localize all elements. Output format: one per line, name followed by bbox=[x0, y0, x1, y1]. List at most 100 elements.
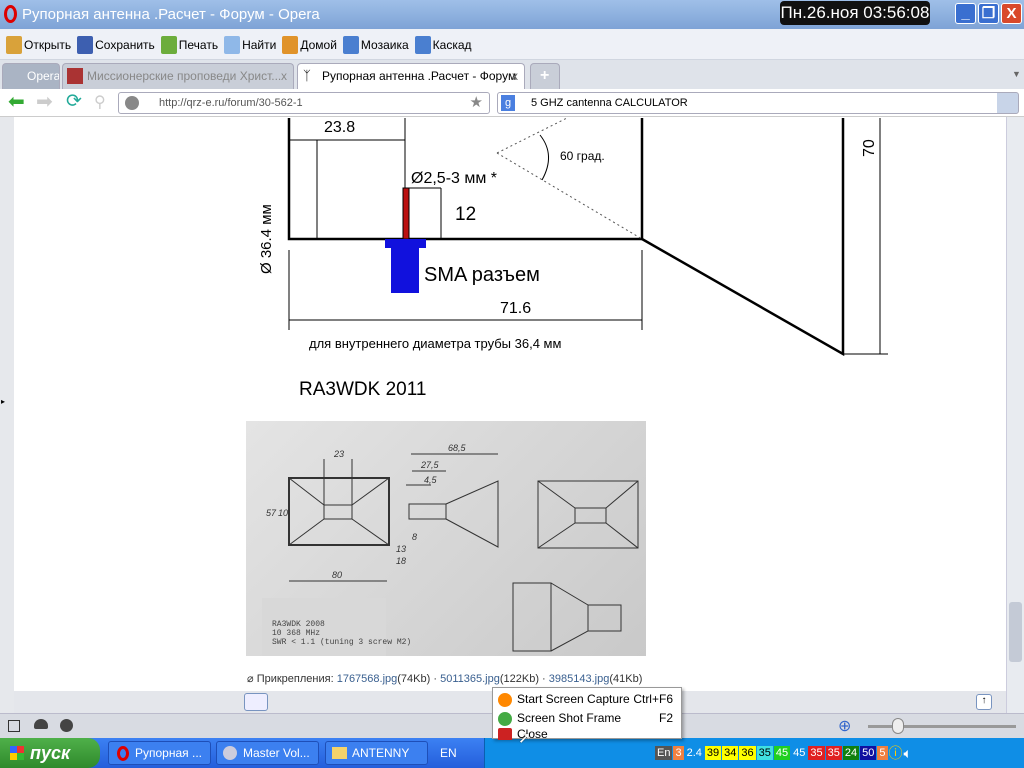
dim-70: 70 bbox=[861, 139, 878, 157]
toolbar-icon bbox=[342, 35, 359, 54]
bookmark-star-icon[interactable]: ★ bbox=[470, 93, 483, 113]
zoom-icon[interactable]: ⊕ bbox=[838, 716, 851, 736]
speaker-icon[interactable]: 🔈︎ bbox=[904, 745, 912, 762]
attachment-link[interactable]: 3985143.jpg bbox=[549, 673, 610, 685]
angle-dotted-lines bbox=[496, 117, 643, 240]
tray-indicator[interactable]: 34 bbox=[722, 746, 739, 760]
task-opera[interactable]: Рупорная ... bbox=[108, 741, 211, 765]
start-label: пуск bbox=[30, 743, 71, 763]
toolbar-button-4[interactable]: Домой bbox=[282, 29, 337, 60]
mouse-cursor-icon: ➚ bbox=[518, 730, 532, 747]
tray-indicator[interactable]: 50 bbox=[860, 746, 877, 760]
photo-dim-27-5: 27,5 bbox=[420, 460, 440, 470]
photo-line-3: SWR < 1.1 (tuning 3 screw M2) bbox=[272, 638, 411, 647]
opera-menu-tab[interactable]: Opera bbox=[2, 63, 60, 89]
tab-label: Миссионерские проповеди Христ... bbox=[87, 69, 282, 83]
tray-indicator[interactable]: 35 bbox=[756, 746, 773, 760]
attachment-size: (122Kb) bbox=[499, 673, 539, 685]
maximize-button[interactable]: ❐ bbox=[978, 3, 999, 24]
info-icon[interactable]: ⓘ bbox=[889, 743, 903, 763]
dim-probe: Ø2,5-3 мм * bbox=[411, 170, 498, 187]
toolbar-icon bbox=[414, 35, 431, 54]
tab-missionary[interactable]: Миссионерские проповеди Христ... x bbox=[62, 63, 294, 89]
horn-photo[interactable]: 23 68,5 27,5 4,5 57 10 8 13 18 80 RA3WDK… bbox=[246, 421, 646, 656]
close-button[interactable]: X bbox=[1001, 3, 1022, 24]
close-tab-icon[interactable]: x bbox=[281, 64, 287, 88]
panel-toggle-strip[interactable]: ▸ bbox=[0, 117, 14, 713]
tab-horn-antenna[interactable]: ᛉ Рупорная антенна .Расчет - Форум x bbox=[297, 63, 525, 89]
menu-start-screen-capture[interactable]: Start Screen Capture Ctrl+F6 bbox=[493, 690, 681, 709]
tray-indicator[interactable]: 35 bbox=[808, 746, 825, 760]
tray-indicator[interactable]: 3 bbox=[673, 746, 684, 760]
sma-body bbox=[391, 248, 419, 293]
reload-icon[interactable]: ⟳ bbox=[66, 92, 82, 112]
menu-screen-shot-frame[interactable]: Screen Shot Frame F2 bbox=[493, 709, 681, 728]
angle-arc bbox=[539, 134, 549, 181]
tray-indicator[interactable]: 39 bbox=[704, 746, 722, 760]
toolbar-button-2[interactable]: Печать bbox=[160, 29, 219, 60]
wand-icon[interactable]: ⚲ bbox=[94, 92, 106, 112]
task-antenny-folder[interactable]: ANTENNY bbox=[325, 741, 428, 765]
toolbar-icon bbox=[6, 35, 22, 54]
dim-12: 12 bbox=[455, 204, 477, 225]
photo-dim-4-5: 4,5 bbox=[424, 475, 438, 485]
minimize-button[interactable]: _ bbox=[955, 3, 976, 24]
new-tab-button[interactable]: + bbox=[530, 63, 560, 89]
scroll-top-icon[interactable]: ↑ bbox=[976, 694, 992, 710]
toolbar-button-6[interactable]: Каскад bbox=[414, 29, 472, 60]
attachment-link[interactable]: 5011365.jpg bbox=[440, 673, 500, 685]
address-field[interactable]: http://qrz-e.ru/forum/30-562-1 ★ bbox=[118, 92, 490, 114]
vertical-scrollbar[interactable] bbox=[1006, 117, 1024, 713]
toolbar-button-1[interactable]: Сохранить bbox=[77, 29, 155, 60]
scrollbar-thumb[interactable] bbox=[1009, 602, 1022, 662]
tray-indicator[interactable]: 45 bbox=[773, 746, 791, 760]
zoom-slider[interactable] bbox=[868, 725, 1016, 728]
tab-menu-icon[interactable]: ▼ bbox=[1012, 69, 1021, 79]
cloud-icon[interactable] bbox=[34, 719, 48, 729]
toolbar-label: Домой bbox=[300, 37, 337, 52]
dim-angle: 60 град. bbox=[560, 149, 605, 163]
panel-icon[interactable] bbox=[8, 720, 20, 732]
photo-sketch: 23 68,5 27,5 4,5 57 10 8 13 18 80 RA3WDK… bbox=[262, 443, 639, 656]
toolbar-icon bbox=[160, 35, 177, 54]
tray-language[interactable]: En bbox=[655, 746, 673, 760]
tray-indicator[interactable]: 45 bbox=[791, 746, 808, 760]
toolbar-label: Найти bbox=[242, 37, 277, 52]
start-button[interactable]: пуск bbox=[0, 738, 100, 768]
page-content: 23.8 Ø 36.4 мм Ø2,5-3 мм * 12 60 град. 7… bbox=[14, 117, 1006, 691]
language-indicator[interactable]: EN bbox=[440, 746, 457, 760]
zoom-slider-thumb[interactable] bbox=[891, 718, 904, 734]
attachments-label: Прикрепления: bbox=[256, 673, 334, 685]
toolbar-button-3[interactable]: Найти bbox=[224, 29, 276, 60]
search-text: 5 GHZ cantenna CALCULATOR bbox=[531, 97, 688, 109]
photo-dim-23: 23 bbox=[333, 449, 344, 459]
task-master-volume[interactable]: Master Vol... bbox=[216, 741, 319, 765]
back-icon[interactable]: ⬅ bbox=[8, 92, 25, 112]
toolbar-button-5[interactable]: Мозаика bbox=[342, 29, 409, 60]
toolbar-label: Открыть bbox=[24, 37, 72, 52]
close-tab-icon[interactable]: x bbox=[512, 64, 518, 88]
separator: · bbox=[542, 673, 546, 685]
antenna-favicon-icon: ᛉ bbox=[303, 68, 311, 83]
toolbar-label: Печать bbox=[178, 37, 219, 52]
capture-icon bbox=[498, 693, 512, 707]
toolbar-label: Мозаика bbox=[360, 37, 409, 52]
photo-dim-13: 13 bbox=[396, 544, 406, 554]
tray-indicator[interactable]: 24 bbox=[842, 746, 860, 760]
tray-indicator[interactable]: 2.4 bbox=[684, 746, 704, 760]
search-field[interactable]: g 5 GHZ cantenna CALCULATOR bbox=[497, 92, 1019, 114]
tab-label: Рупорная антенна .Расчет - Форум bbox=[322, 69, 517, 83]
task-label: Master Vol... bbox=[243, 746, 310, 760]
forward-icon[interactable]: ➡ bbox=[36, 92, 53, 112]
tray-indicator[interactable]: 5 bbox=[877, 746, 888, 760]
google-icon[interactable]: g bbox=[501, 95, 515, 111]
tray-indicator[interactable]: 36 bbox=[739, 746, 756, 760]
turbo-icon[interactable] bbox=[60, 719, 73, 732]
toolbar-button-0[interactable]: Открыть bbox=[6, 29, 71, 60]
toolbar-icon bbox=[282, 35, 299, 54]
tray-indicator[interactable]: 35 bbox=[825, 746, 842, 760]
navigation-bar: ⬅ ➡ ⟳ ⚲ http://qrz-e.ru/forum/30-562-1 ★… bbox=[0, 89, 1024, 117]
menu-label: Start Screen Capture bbox=[517, 692, 630, 706]
attachment-link[interactable]: 1767568.jpg bbox=[337, 673, 398, 685]
user-icon[interactable] bbox=[244, 693, 268, 711]
